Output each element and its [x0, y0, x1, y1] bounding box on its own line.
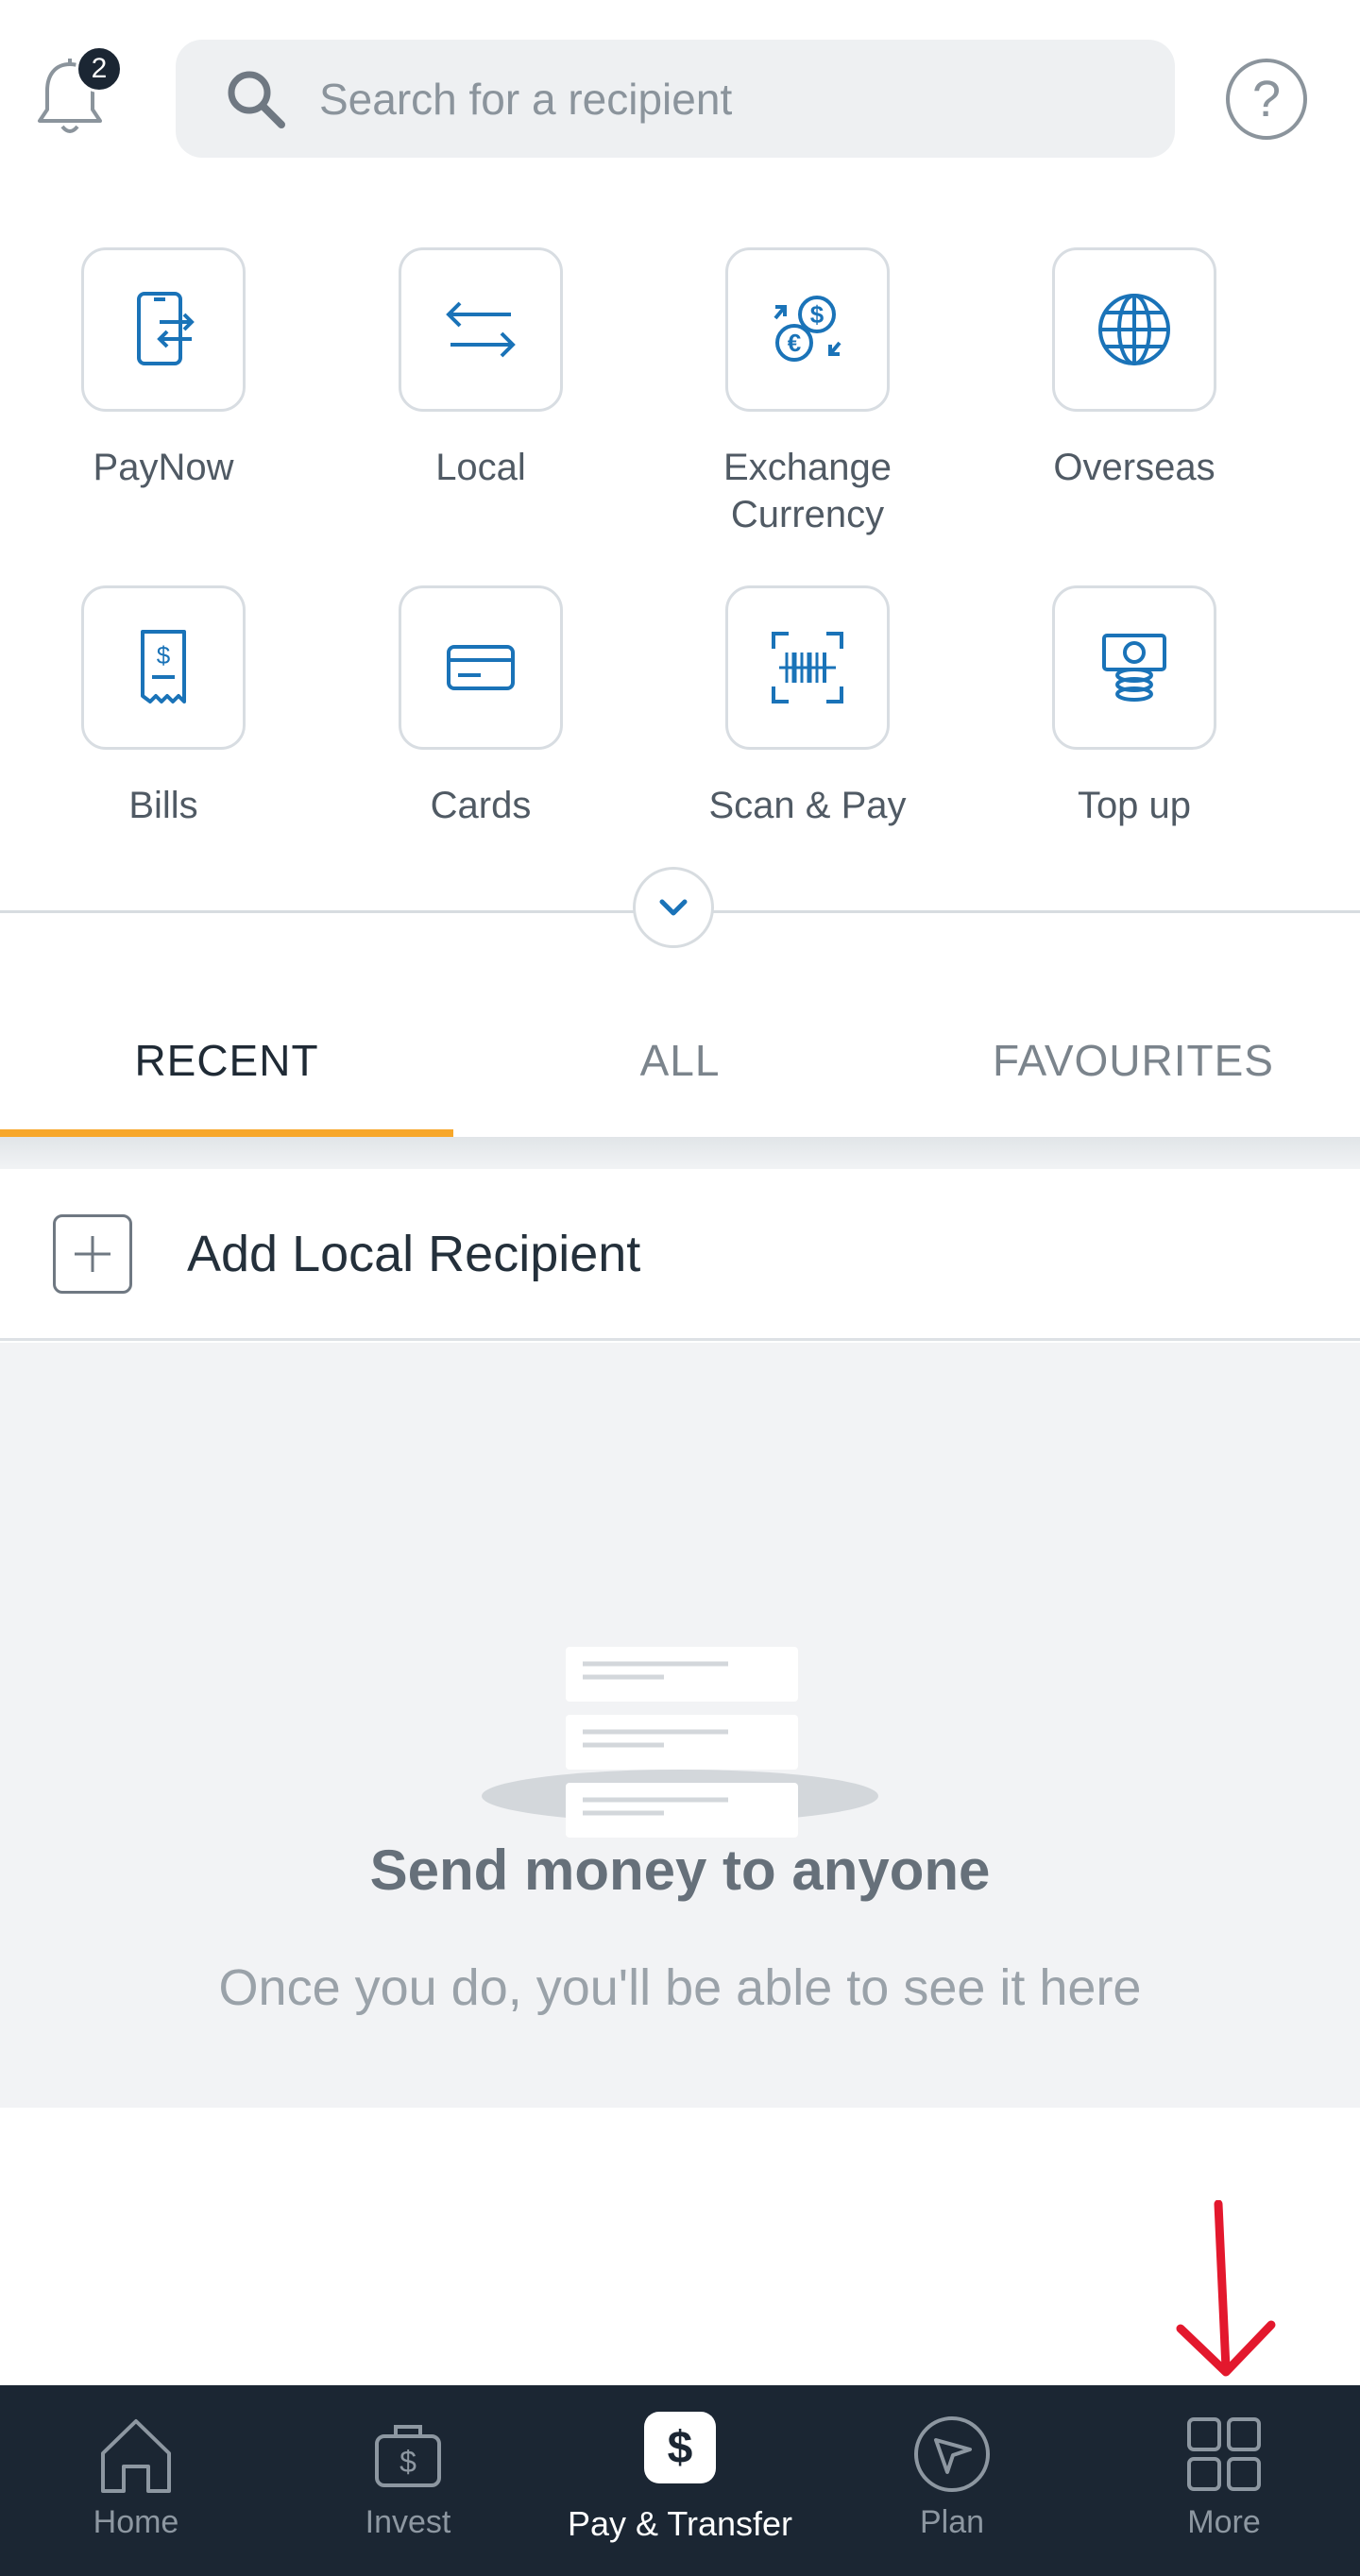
paynow-tile[interactable]	[81, 247, 246, 412]
notification-count-badge: 2	[76, 45, 123, 93]
scan-pay-label: Scan & Pay	[708, 785, 907, 826]
bill-receipt-icon: $	[141, 630, 186, 703]
svg-text:$: $	[810, 300, 824, 329]
chevron-down-icon	[659, 899, 688, 916]
tab-favourites[interactable]: FAVOURITES	[907, 982, 1360, 1139]
quick-action-local[interactable]: Local	[317, 247, 644, 491]
quick-action-paynow[interactable]: PayNow	[0, 247, 327, 491]
add-icon	[53, 1213, 132, 1294]
quick-action-scan-pay[interactable]: Scan & Pay	[644, 585, 971, 829]
grid-more-icon	[1182, 2412, 1266, 2497]
bottom-navigation: Home $ Invest $ Pay & Transfer Plan More	[0, 2385, 1360, 2576]
barcode-scan-icon	[772, 632, 843, 703]
tab-all[interactable]: ALL	[453, 982, 907, 1139]
empty-state-title: Send money to anyone	[369, 1839, 991, 1902]
empty-state-subtitle: Once you do, you'll be able to see it he…	[218, 1959, 1142, 2016]
search-placeholder: Search for a recipient	[319, 74, 733, 124]
help-button[interactable]: ?	[1226, 59, 1307, 140]
add-local-recipient-label: Add Local Recipient	[187, 1225, 641, 1282]
local-transfer-icon	[446, 301, 516, 358]
empty-state-panel: Send money to anyone Once you do, you'll…	[0, 1343, 1360, 2108]
nav-plan-label: Plan	[919, 2504, 985, 2540]
quick-action-overseas[interactable]: Overseas	[971, 247, 1298, 491]
nav-pay-transfer[interactable]: $ Pay & Transfer	[544, 2385, 816, 2576]
dollar-icon: $	[644, 2412, 716, 2483]
red-arrow-annotation	[1176, 2200, 1276, 2377]
nav-home-label: Home	[93, 2504, 179, 2540]
overseas-tile[interactable]	[1052, 247, 1216, 412]
quick-action-exchange-currency[interactable]: $ € Exchange Currency	[644, 247, 971, 538]
plan-navigation-icon	[910, 2412, 994, 2497]
quick-action-bills[interactable]: $ Bills	[0, 585, 327, 829]
cards-label: Cards	[430, 785, 532, 826]
local-tile[interactable]	[399, 247, 563, 412]
tabs-shadow	[0, 1137, 1360, 1169]
nav-invest[interactable]: $ Invest	[272, 2385, 544, 2576]
paynow-label: PayNow	[93, 447, 234, 488]
local-label: Local	[435, 447, 526, 488]
tab-recent[interactable]: RECENT	[0, 982, 453, 1139]
card-icon	[447, 645, 515, 690]
active-tab-indicator	[0, 1129, 453, 1137]
svg-text:$: $	[157, 641, 171, 669]
nav-home[interactable]: Home	[0, 2385, 272, 2576]
exchange-currency-icon: $ €	[774, 296, 842, 362]
overseas-label: Overseas	[1053, 447, 1216, 488]
expand-actions-button[interactable]	[633, 867, 714, 948]
bills-tile[interactable]: $	[81, 585, 246, 750]
exchange-currency-label: Exchange Currency	[723, 447, 892, 535]
nav-pay-transfer-label: Pay & Transfer	[567, 2504, 793, 2543]
nav-more[interactable]: More	[1088, 2385, 1360, 2576]
question-icon: ?	[1251, 71, 1282, 127]
recipient-search-bar[interactable]: Search for a recipient	[176, 40, 1175, 158]
cards-tile[interactable]	[399, 585, 563, 750]
svg-text:$: $	[400, 2445, 416, 2479]
scan-pay-tile[interactable]	[725, 585, 890, 750]
search-icon	[223, 66, 289, 132]
svg-text:€: €	[788, 329, 801, 357]
stacked-documents-illustration	[482, 1647, 878, 1838]
nav-more-label: More	[1187, 2504, 1261, 2540]
top-header: 2 Search for a recipient ?	[0, 0, 1360, 198]
exchange-currency-tile[interactable]: $ €	[725, 247, 890, 412]
nav-invest-label: Invest	[365, 2504, 451, 2540]
quick-action-top-up[interactable]: Top up	[971, 585, 1298, 829]
bills-label: Bills	[128, 785, 198, 826]
nav-plan[interactable]: Plan	[816, 2385, 1088, 2576]
quick-action-cards[interactable]: Cards	[317, 585, 644, 829]
add-local-recipient-row[interactable]: Add Local Recipient	[0, 1169, 1360, 1341]
topup-money-icon	[1102, 634, 1166, 702]
globe-icon	[1098, 294, 1170, 365]
svg-text:$: $	[668, 2423, 693, 2473]
top-up-label: Top up	[1077, 785, 1192, 826]
top-up-tile[interactable]	[1052, 585, 1216, 750]
home-icon	[94, 2412, 178, 2497]
recipient-tabs: RECENT ALL FAVOURITES	[0, 982, 1360, 1139]
invest-bag-icon: $	[366, 2412, 450, 2497]
paynow-icon	[137, 292, 195, 365]
